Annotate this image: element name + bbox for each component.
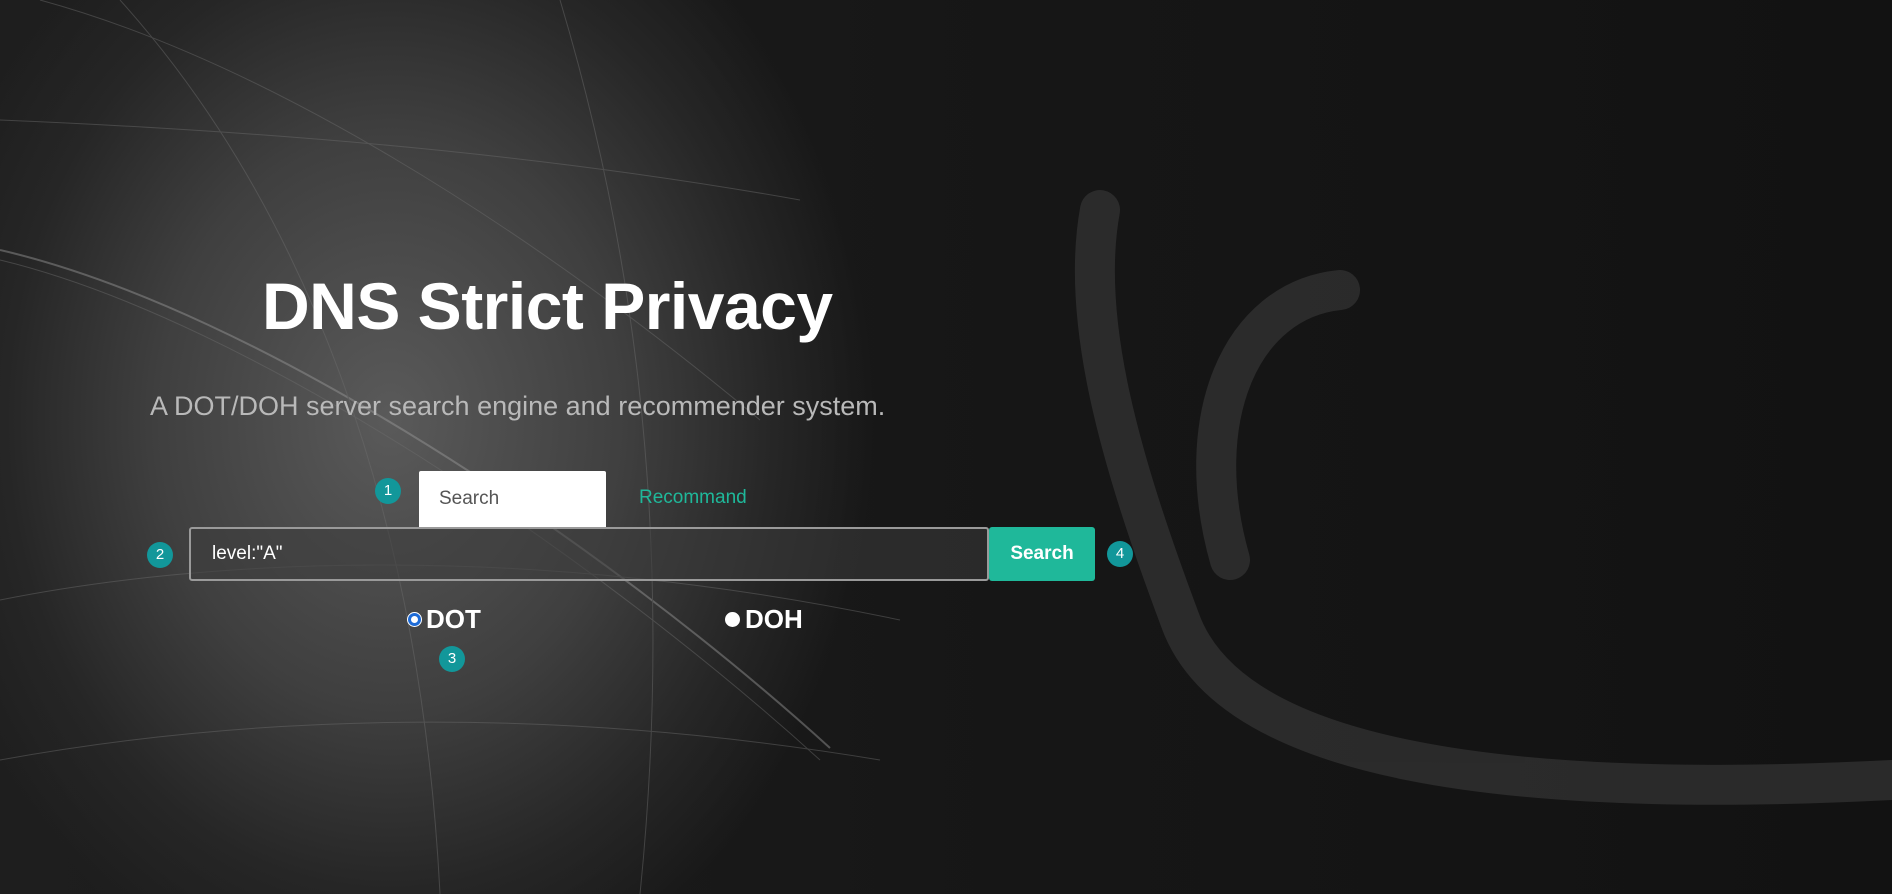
search-input[interactable]: [189, 527, 989, 581]
step-marker-4: 4: [1107, 541, 1133, 567]
radio-button-doh[interactable]: [725, 612, 740, 627]
step-marker-3: 3: [439, 646, 465, 672]
globe-background-image: [0, 0, 1892, 894]
page-title: DNS Strict Privacy: [262, 269, 833, 343]
radio-label-doh: DOH: [745, 604, 803, 634]
step-marker-1: 1: [375, 478, 401, 504]
tab-recommend[interactable]: Recommand: [639, 487, 747, 509]
radio-option-dot[interactable]: DOT: [408, 604, 481, 635]
hero-background: DNS Strict Privacy A DOT/DOH server sear…: [0, 0, 1892, 894]
step-marker-2: 2: [147, 542, 173, 568]
radio-button-dot[interactable]: [408, 613, 421, 626]
tab-search[interactable]: Search: [419, 471, 606, 527]
search-button[interactable]: Search: [989, 527, 1095, 581]
radio-option-doh[interactable]: DOH: [725, 604, 803, 635]
radio-label-dot: DOT: [426, 604, 481, 634]
page-subtitle: A DOT/DOH server search engine and recom…: [150, 391, 886, 421]
